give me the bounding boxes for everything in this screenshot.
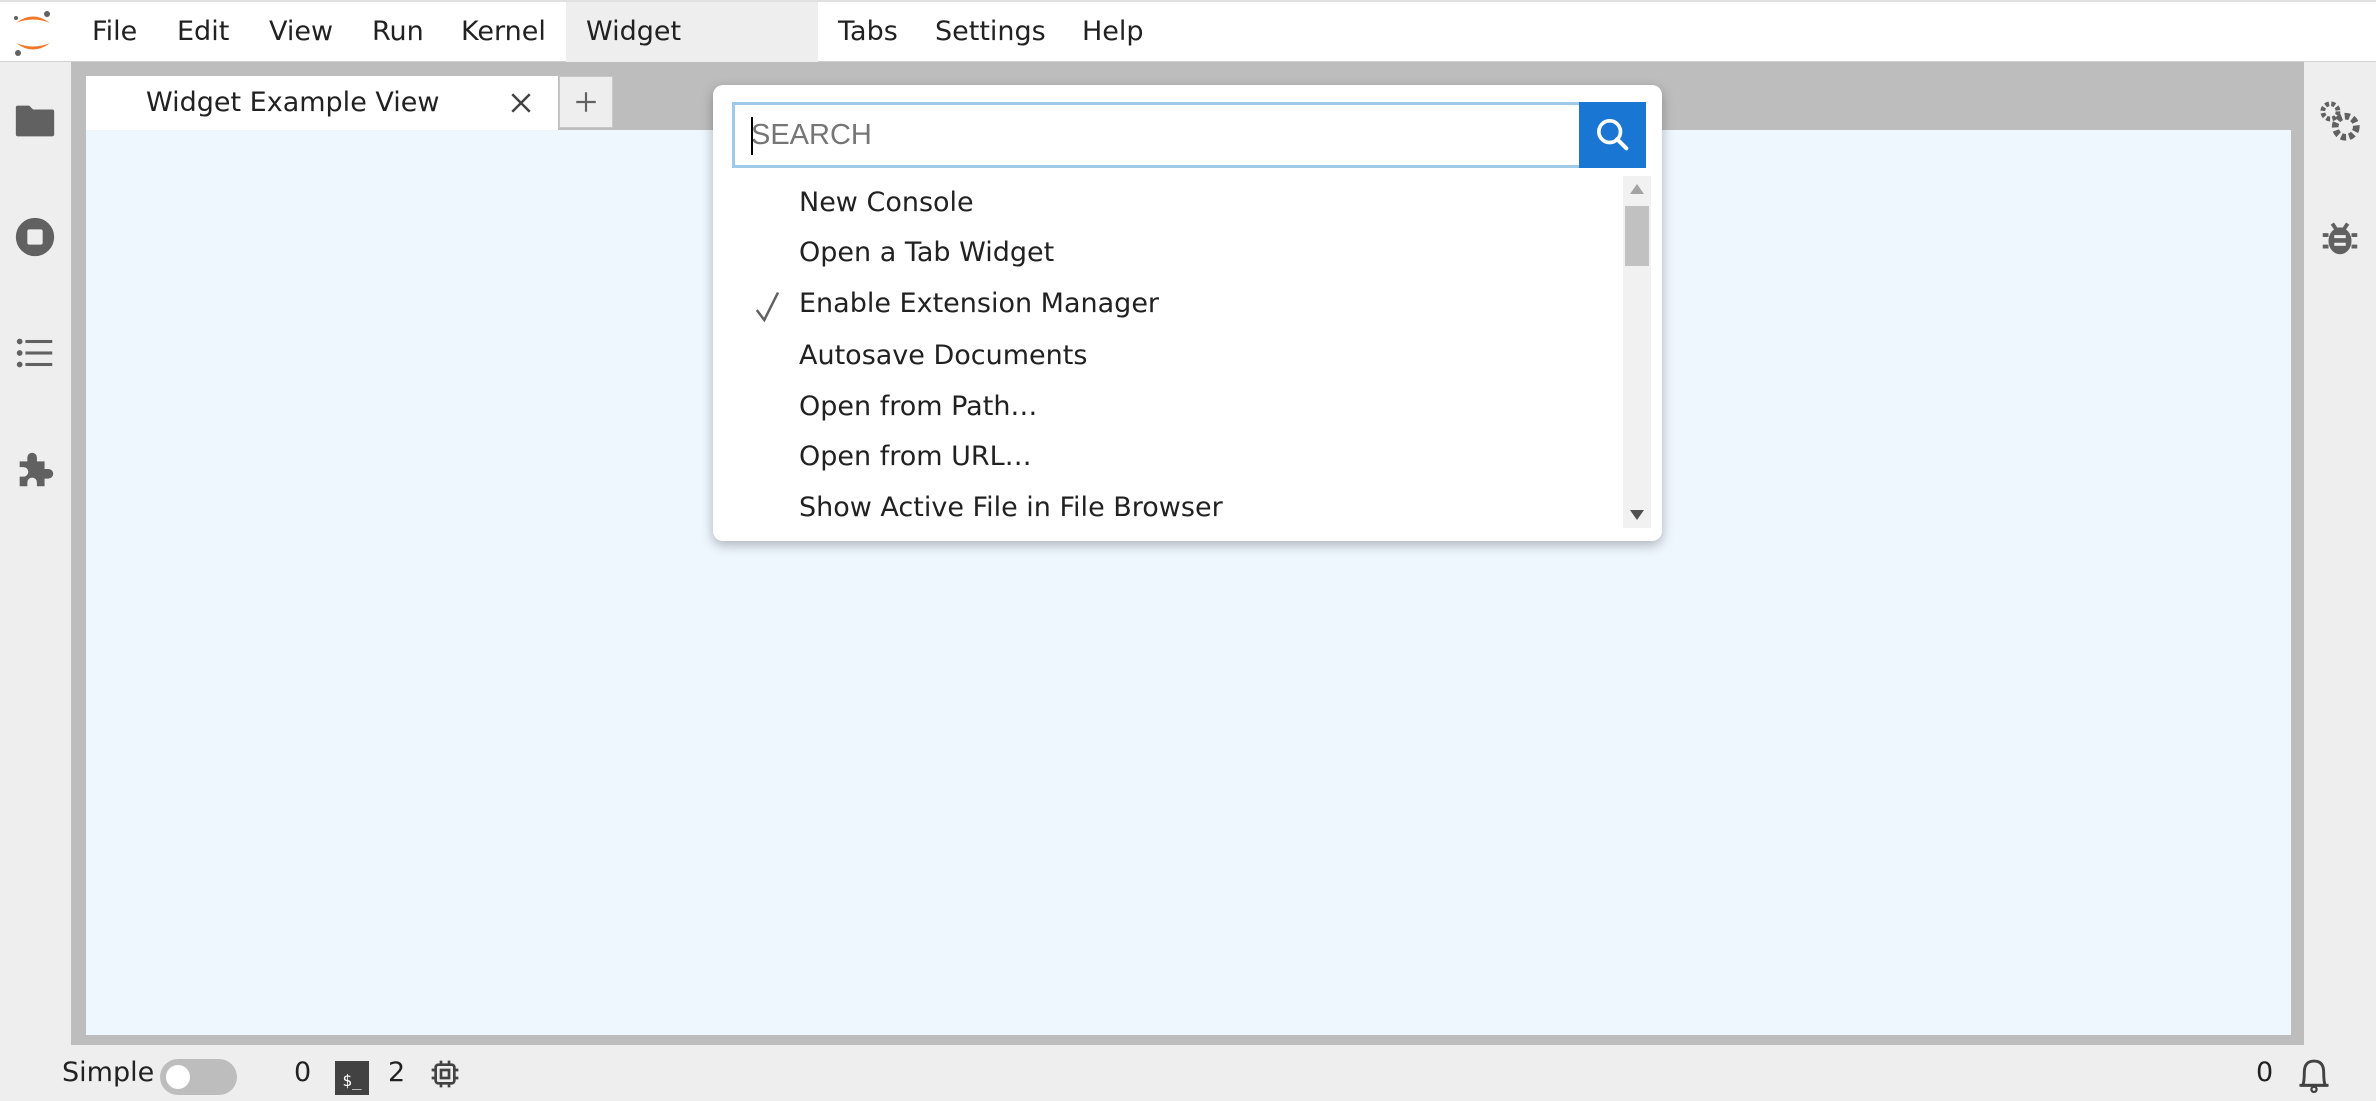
kernel-cpu-icon[interactable] (429, 1058, 461, 1090)
command-palette: New Console Open a Tab Widget Enable Ext… (713, 85, 1662, 541)
simple-mode-label: Simple (62, 1057, 155, 1088)
command-item[interactable]: Show Active File in File Browser (729, 483, 1609, 533)
command-label: Open from Path… (799, 391, 1038, 422)
menu-edit[interactable]: Edit (157, 2, 249, 62)
menu-settings[interactable]: Settings (915, 2, 1066, 62)
scroll-up-arrow-icon[interactable] (1630, 184, 1644, 194)
menu-bar: File Edit View Run Kernel Widget Example… (0, 0, 2376, 107)
command-list: New Console Open a Tab Widget Enable Ext… (729, 178, 1629, 530)
notification-bell-icon[interactable] (2294, 1053, 2334, 1095)
command-item[interactable]: Open from Path… (729, 382, 1609, 432)
menu-run[interactable]: Run (352, 2, 444, 62)
status-bar: Simple 0 $_ 2 0 (0, 1045, 2376, 1101)
running-sessions-icon[interactable] (12, 214, 58, 260)
search-box (732, 102, 1646, 168)
command-item[interactable]: Enable Extension Manager (729, 279, 1609, 329)
extension-manager-icon[interactable] (12, 446, 58, 492)
tab-widget-example-view[interactable]: Widget Example View (86, 76, 558, 130)
menu-help[interactable]: Help (1062, 2, 1164, 62)
check-icon (755, 291, 780, 323)
debugger-icon[interactable] (2317, 214, 2363, 260)
search-button[interactable] (1579, 102, 1646, 168)
simple-mode-toggle[interactable] (160, 1059, 237, 1095)
command-label: Open from URL… (799, 441, 1032, 472)
search-input[interactable] (739, 110, 1583, 160)
search-icon (1597, 118, 1629, 151)
menu-tabs[interactable]: Tabs (818, 2, 918, 62)
command-label: Open a Tab Widget (799, 237, 1055, 268)
command-label: New Console (799, 187, 974, 218)
terminals-count[interactable]: 0 (294, 1045, 311, 1101)
left-sidebar (0, 62, 71, 1045)
jupyter-logo-icon[interactable] (10, 8, 56, 58)
scrollbar-thumb[interactable] (1625, 206, 1649, 266)
menu-view[interactable]: View (249, 2, 353, 62)
menu-kernel[interactable]: Kernel (441, 2, 566, 62)
text-caret (751, 117, 753, 155)
notifications-count[interactable]: 0 (2256, 1045, 2273, 1101)
table-of-contents-icon[interactable] (12, 330, 58, 376)
folder-icon[interactable] (12, 98, 58, 144)
add-tab-button[interactable] (559, 76, 613, 128)
menu-file[interactable]: File (72, 2, 157, 62)
tab-label: Widget Example View (146, 87, 440, 118)
command-label: Enable Extension Manager (799, 288, 1160, 319)
right-sidebar (2304, 62, 2376, 1045)
terminal-icon[interactable]: $_ (335, 1061, 369, 1095)
scroll-down-arrow-icon[interactable] (1630, 510, 1644, 520)
close-icon[interactable] (506, 88, 536, 118)
command-item[interactable]: New Console (729, 178, 1609, 228)
command-item[interactable]: Open a Tab Widget (729, 228, 1609, 278)
command-label: Show Active File in File Browser (799, 492, 1223, 523)
plus-icon (576, 92, 596, 112)
command-list-scrollbar[interactable] (1623, 176, 1651, 528)
toggle-knob (166, 1065, 190, 1089)
command-item[interactable]: Autosave Documents (729, 331, 1609, 381)
command-item[interactable]: Open from URL… (729, 432, 1609, 482)
kernels-count[interactable]: 2 (388, 1045, 405, 1101)
command-label: Autosave Documents (799, 340, 1088, 371)
property-inspector-icon[interactable] (2317, 98, 2363, 144)
menu-widget-example[interactable]: Widget Example (566, 2, 818, 107)
